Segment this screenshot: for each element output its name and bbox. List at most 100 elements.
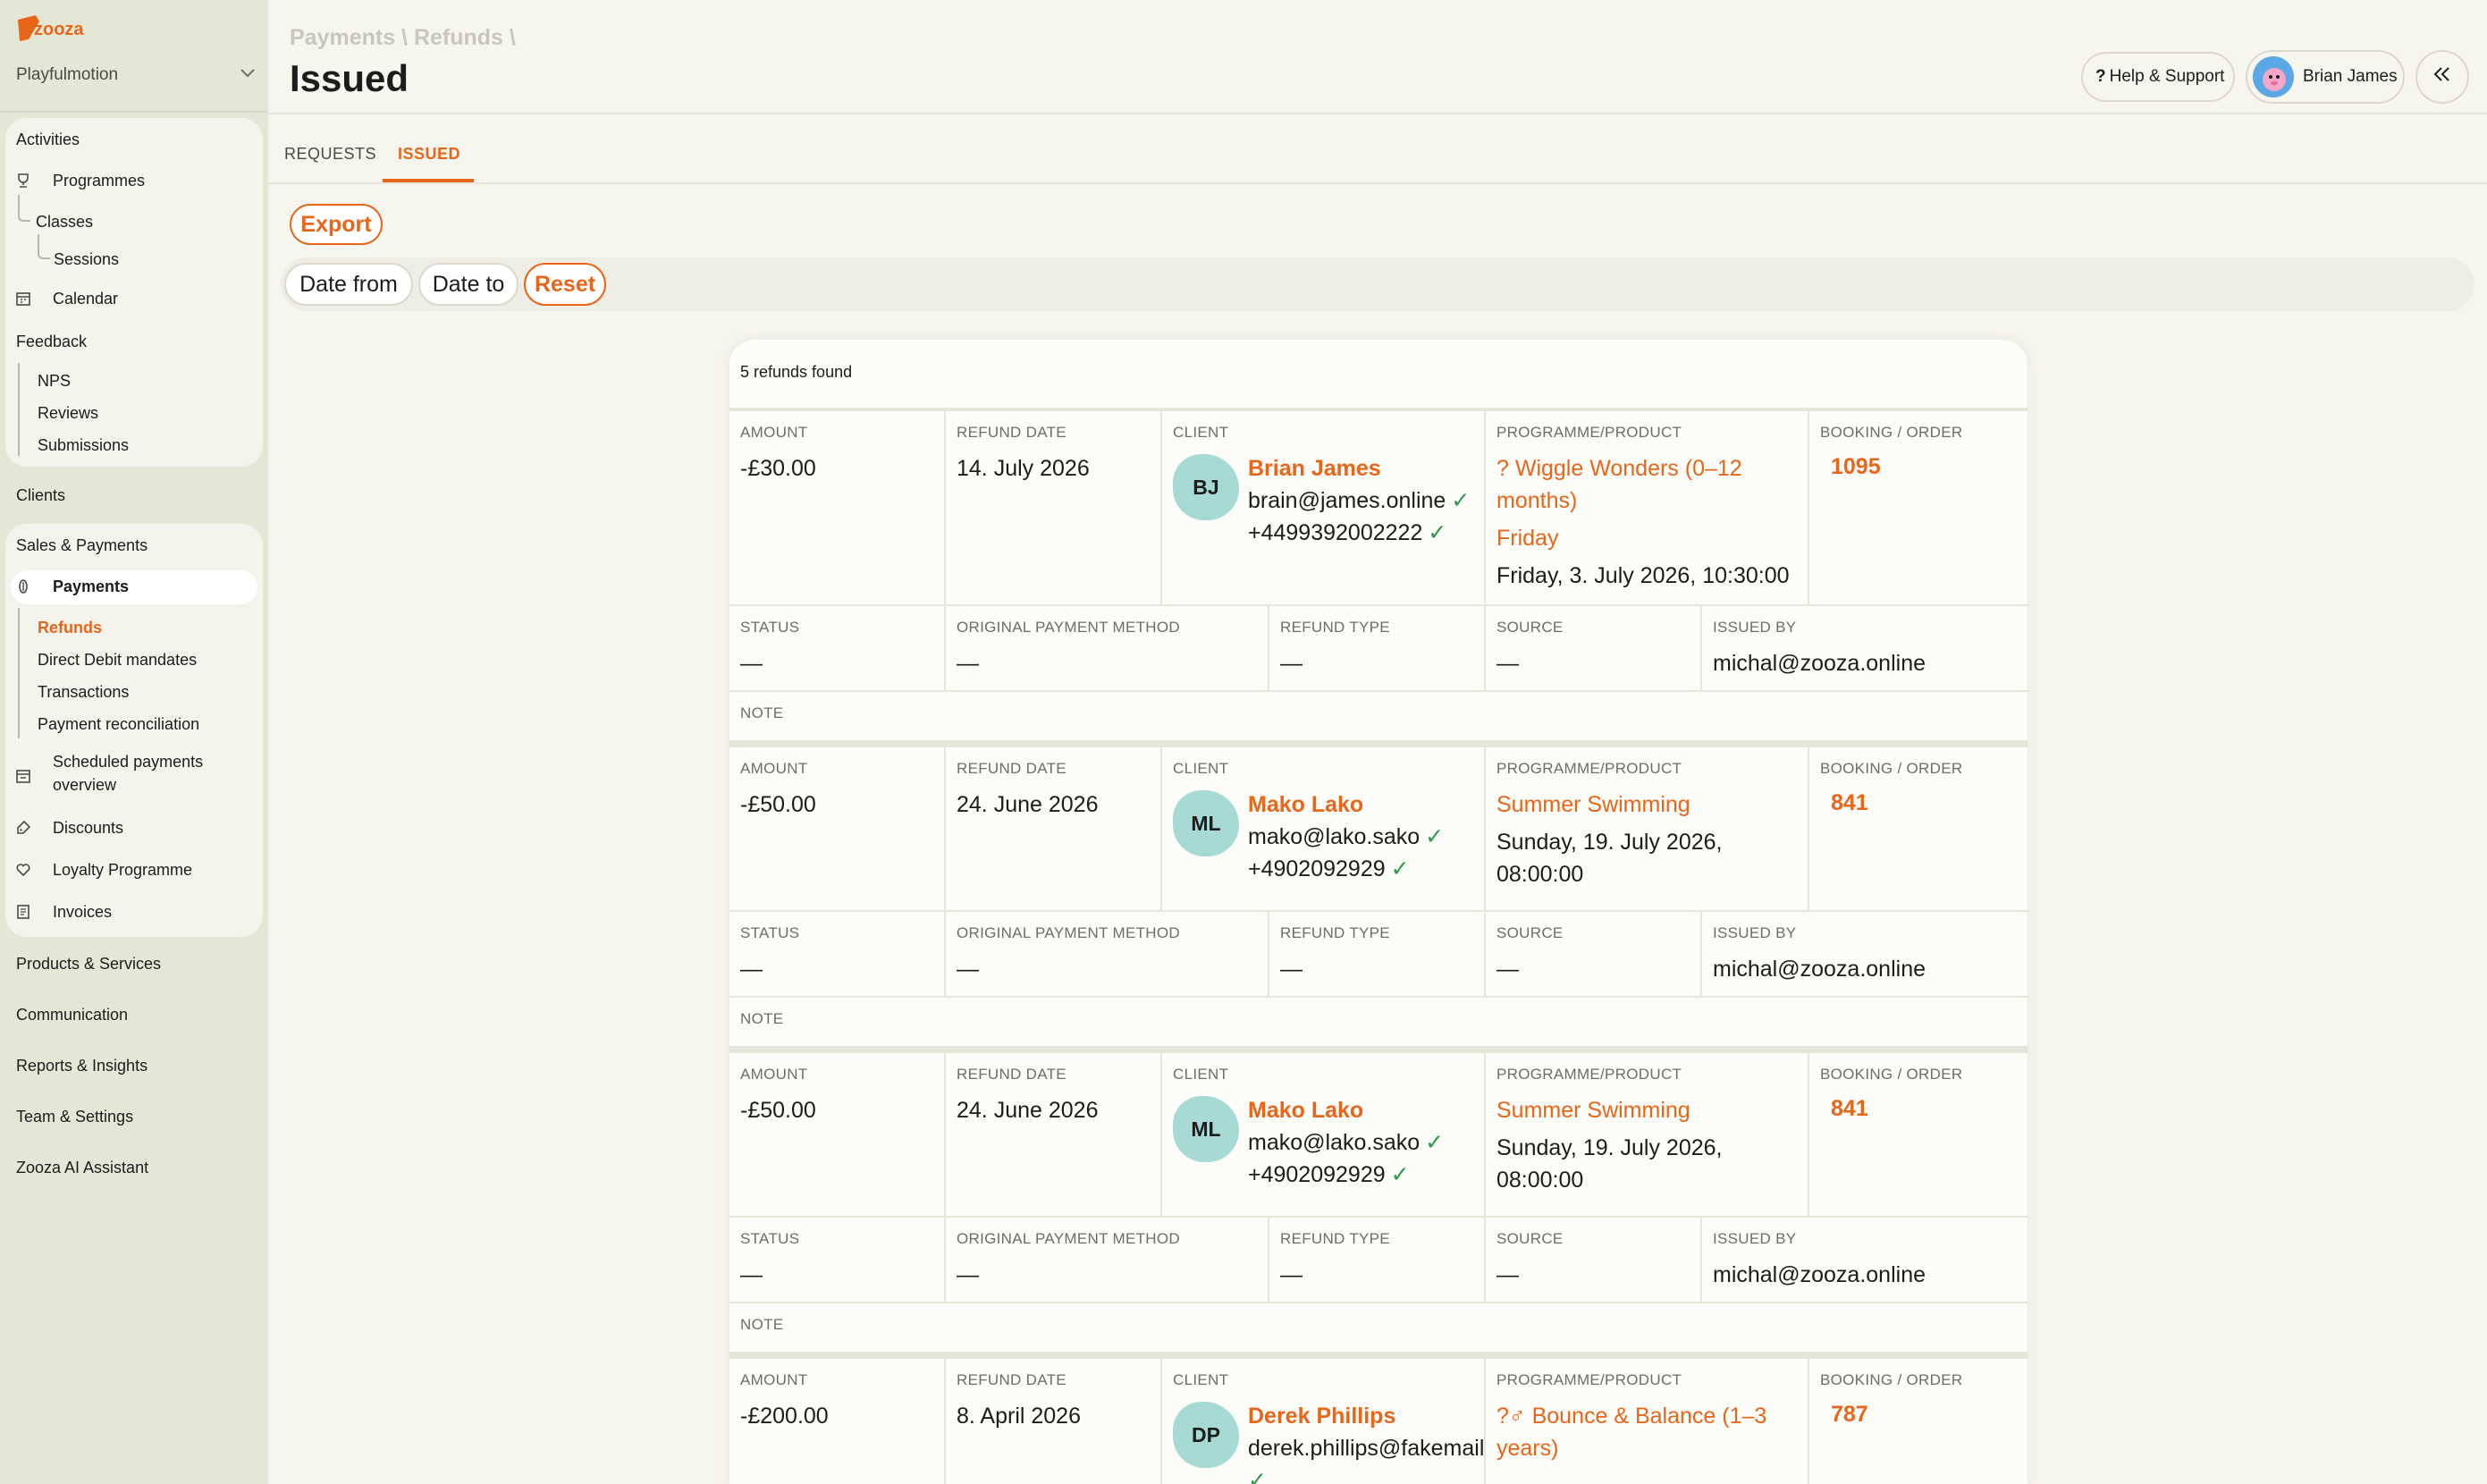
booking-link[interactable]: 787 — [1831, 1402, 2017, 1428]
tree-connector — [38, 234, 50, 259]
booking-link[interactable]: 841 — [1831, 790, 2017, 816]
source-label: SOURCE — [1496, 1230, 1564, 1247]
amount-cell: AMOUNT -£50.00 — [729, 1053, 946, 1218]
sidebar-item-activities[interactable]: Activities — [16, 131, 80, 149]
results-count: 5 refunds found — [740, 363, 853, 381]
status-value: — — [740, 957, 763, 982]
sidebar-item-discounts[interactable]: Discounts — [53, 819, 123, 838]
refunds-list: 5 refunds found AMOUNT -£30.00 REFUND DA… — [729, 340, 2028, 1484]
breadcrumb[interactable]: Payments \ Refunds \ — [290, 25, 516, 51]
sidebar-item-invoices[interactable]: Invoices — [53, 903, 112, 922]
refund-type-value: — — [1280, 651, 1303, 676]
booking-cell: BOOKING / ORDER 841 — [1809, 1053, 2028, 1218]
client-name-link[interactable]: Derek Phillips — [1248, 1400, 1484, 1432]
programme-link[interactable]: Summer Swimming — [1496, 788, 1797, 821]
user-avatar — [2253, 56, 2294, 97]
tree-connector — [18, 608, 20, 738]
issued-by-value: michal@zooza.online — [1713, 957, 1926, 982]
sidebar-item-scheduled-payments-line2[interactable]: overview — [53, 776, 116, 795]
booking-cell: BOOKING / ORDER 1095 — [1809, 411, 2028, 606]
note-cell: NOTE — [729, 692, 2028, 742]
sidebar-item-refunds[interactable]: Refunds — [38, 619, 102, 637]
calendar-icon — [14, 290, 32, 308]
sidebar-item-team-settings[interactable]: Team & Settings — [16, 1108, 133, 1126]
sidebar-item-loyalty[interactable]: Loyalty Programme — [53, 861, 192, 880]
client-email-verified: ✓ — [1248, 1464, 1484, 1484]
amount-label: AMOUNT — [740, 424, 808, 441]
client-label: CLIENT — [1173, 760, 1229, 777]
sidebar-item-transactions[interactable]: Transactions — [38, 683, 129, 702]
booking-link[interactable]: 841 — [1831, 1096, 2017, 1122]
sidebar-item-reports-insights[interactable]: Reports & Insights — [16, 1057, 148, 1075]
source-value: — — [1496, 1262, 1519, 1287]
programme-link[interactable]: ?♂ Bounce & Balance (1–3 — [1496, 1400, 1797, 1432]
client-avatar: DP — [1173, 1402, 1239, 1468]
client-label: CLIENT — [1173, 1371, 1229, 1388]
programme-label: PROGRAMME/PRODUCT — [1496, 424, 1682, 441]
sidebar-item-sales-payments[interactable]: Sales & Payments — [16, 536, 148, 555]
user-menu-button[interactable]: Brian James — [2246, 50, 2405, 104]
note-cell: NOTE — [729, 998, 2028, 1048]
question-icon: ? — [2095, 67, 2106, 86]
original-method-value: — — [957, 1262, 979, 1287]
tab-requests[interactable]: REQUESTS — [284, 145, 376, 164]
issued-by-label: ISSUED BY — [1713, 1230, 1797, 1247]
booking-link[interactable]: 1095 — [1831, 454, 2017, 480]
source-label: SOURCE — [1496, 924, 1564, 941]
sidebar-item-sessions[interactable]: Sessions — [54, 250, 119, 269]
issued-by-label: ISSUED BY — [1713, 619, 1797, 636]
chevron-down-icon — [240, 67, 256, 83]
client-email: mako@lako.sako ✓ — [1248, 824, 1445, 849]
note-label: NOTE — [740, 704, 784, 721]
issued-by-cell: ISSUED BY michal@zooza.online — [1702, 606, 2028, 692]
refund-date-cell: REFUND DATE 24. June 2026 — [946, 747, 1162, 912]
sidebar-item-direct-debit[interactable]: Direct Debit mandates — [38, 651, 197, 670]
programme-cell: PROGRAMME/PRODUCT ?♂ Bounce & Balance (1… — [1486, 1359, 1809, 1484]
sidebar-divider — [0, 111, 268, 113]
sidebar-item-reviews[interactable]: Reviews — [38, 404, 98, 423]
refund-date-value: 8. April 2026 — [957, 1404, 1081, 1429]
sidebar-item-calendar[interactable]: Calendar — [53, 290, 118, 308]
client-cell: CLIENT ML Mako Lako mako@lako.sako ✓ +490… — [1162, 1053, 1486, 1218]
sidebar-item-ai-assistant[interactable]: Zooza AI Assistant — [16, 1159, 148, 1177]
refund-date-cell: REFUND DATE 14. July 2026 — [946, 411, 1162, 606]
help-support-label: Help & Support — [2109, 67, 2225, 86]
sidebar-item-feedback[interactable]: Feedback — [16, 333, 87, 351]
programme-link[interactable]: ? Wiggle Wonders (0–12 — [1496, 452, 1797, 485]
sidebar-item-payments[interactable]: Payments — [53, 578, 129, 596]
programme-day-link[interactable]: Friday — [1496, 522, 1797, 554]
sidebar: zooza Playfulmotion Activities Programme… — [0, 0, 268, 1484]
sidebar-item-payment-reconciliation[interactable]: Payment reconciliation — [38, 715, 199, 734]
programme-time: 08:00:00 — [1496, 862, 1584, 887]
client-name-link[interactable]: Mako Lako — [1248, 1094, 1444, 1126]
zooza-logo[interactable]: zooza — [16, 13, 93, 49]
help-support-button[interactable]: ? Help & Support — [2081, 52, 2235, 102]
sidebar-item-clients[interactable]: Clients — [16, 486, 65, 505]
sidebar-item-submissions[interactable]: Submissions — [38, 436, 129, 455]
programme-link[interactable]: Summer Swimming — [1496, 1094, 1797, 1126]
booking-cell: BOOKING / ORDER 787 — [1809, 1359, 2028, 1484]
date-to-button[interactable]: Date to — [418, 263, 518, 306]
client-name-link[interactable]: Brian James — [1248, 452, 1470, 485]
programme-link-line2[interactable]: months) — [1496, 485, 1797, 517]
sidebar-item-programmes[interactable]: Programmes — [53, 172, 145, 190]
export-button[interactable]: Export — [290, 204, 383, 245]
original-method-value: — — [957, 651, 979, 676]
verified-check-icon: ✓ — [1451, 488, 1471, 513]
refund-type-value: — — [1280, 957, 1303, 982]
client-cell: CLIENT ML Mako Lako mako@lako.sako ✓ +490… — [1162, 747, 1486, 912]
client-name-link[interactable]: Mako Lako — [1248, 788, 1444, 821]
sidebar-item-nps[interactable]: NPS — [38, 372, 71, 391]
collapse-sidebar-button[interactable] — [2415, 50, 2469, 104]
verified-check-icon: ✓ — [1390, 1162, 1410, 1187]
sidebar-item-classes[interactable]: Classes — [36, 213, 93, 232]
sidebar-item-products-services[interactable]: Products & Services — [16, 955, 161, 974]
reset-button[interactable]: Reset — [524, 263, 606, 306]
organization-selector[interactable]: Playfulmotion — [16, 63, 256, 88]
tab-issued[interactable]: ISSUED — [398, 145, 460, 164]
date-from-button[interactable]: Date from — [284, 263, 413, 306]
programme-link-line2[interactable]: years) — [1496, 1432, 1797, 1464]
sidebar-item-scheduled-payments[interactable]: Scheduled payments — [53, 753, 203, 772]
programme-datetime: Sunday, 19. July 2026, — [1496, 1135, 1723, 1160]
sidebar-item-communication[interactable]: Communication — [16, 1006, 128, 1024]
